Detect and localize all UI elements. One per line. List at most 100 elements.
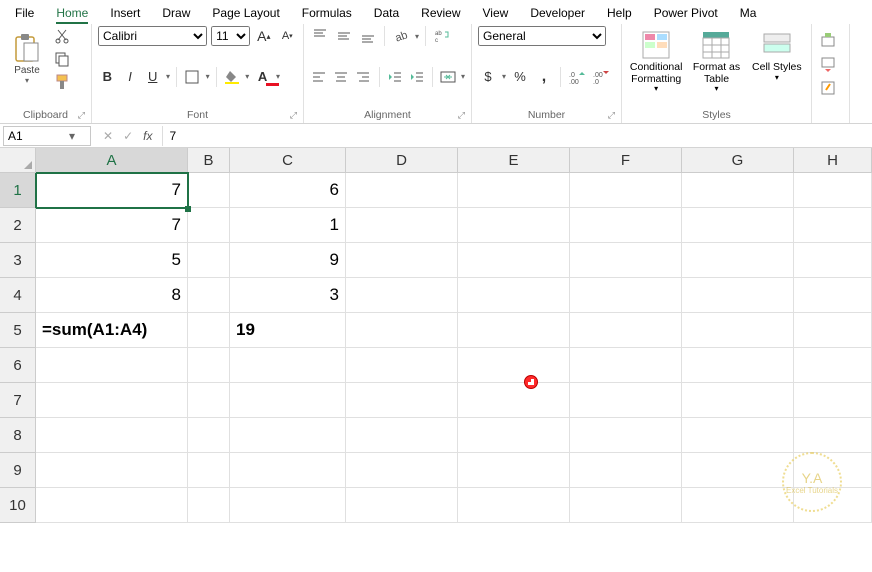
menu-draw[interactable]: Draw bbox=[151, 2, 201, 24]
cell-e2[interactable] bbox=[458, 208, 570, 243]
cell-e9[interactable] bbox=[458, 453, 570, 488]
cell-h6[interactable] bbox=[794, 348, 872, 383]
delete-cells-icon[interactable] bbox=[818, 54, 838, 74]
cell-e8[interactable] bbox=[458, 418, 570, 453]
cell-b6[interactable] bbox=[188, 348, 230, 383]
menu-data[interactable]: Data bbox=[363, 2, 410, 24]
cell-e10[interactable] bbox=[458, 488, 570, 523]
increase-indent-icon[interactable] bbox=[408, 67, 426, 87]
cell-c8[interactable] bbox=[230, 418, 346, 453]
cell-a5[interactable]: =sum(A1:A4) bbox=[36, 313, 188, 348]
cell-a10[interactable] bbox=[36, 488, 188, 523]
decrease-indent-icon[interactable] bbox=[385, 67, 403, 87]
cancel-formula-icon[interactable]: ✕ bbox=[103, 129, 113, 143]
format-as-table-button[interactable]: Format as Table▾ bbox=[688, 26, 744, 94]
row-header-3[interactable]: 3 bbox=[0, 243, 36, 278]
cell-g10[interactable] bbox=[682, 488, 794, 523]
align-right-icon[interactable] bbox=[354, 67, 372, 87]
cell-c2[interactable]: 1 bbox=[230, 208, 346, 243]
font-dialog-icon[interactable]: ⤢ bbox=[290, 110, 297, 121]
cell-f5[interactable] bbox=[570, 313, 682, 348]
cell-b1[interactable] bbox=[188, 173, 230, 208]
align-center-icon[interactable] bbox=[332, 67, 350, 87]
cell-h3[interactable] bbox=[794, 243, 872, 278]
menu-insert[interactable]: Insert bbox=[99, 2, 151, 24]
cell-b5[interactable] bbox=[188, 313, 230, 348]
cell-b3[interactable] bbox=[188, 243, 230, 278]
cell-g7[interactable] bbox=[682, 383, 794, 418]
format-painter-button[interactable] bbox=[52, 72, 72, 92]
cell-h2[interactable] bbox=[794, 208, 872, 243]
cell-f4[interactable] bbox=[570, 278, 682, 313]
cell-h5[interactable] bbox=[794, 313, 872, 348]
orientation-icon[interactable]: ab bbox=[391, 26, 411, 46]
name-box-dropdown-icon[interactable]: ▾ bbox=[64, 129, 80, 143]
comma-button[interactable]: , bbox=[534, 67, 554, 87]
row-header-2[interactable]: 2 bbox=[0, 208, 36, 243]
cell-b8[interactable] bbox=[188, 418, 230, 453]
col-header-g[interactable]: G bbox=[682, 148, 794, 173]
increase-font-icon[interactable]: A▴ bbox=[254, 26, 273, 46]
name-box[interactable]: ▾ bbox=[3, 126, 91, 146]
cell-e3[interactable] bbox=[458, 243, 570, 278]
row-header-4[interactable]: 4 bbox=[0, 278, 36, 313]
underline-button[interactable]: U bbox=[143, 67, 162, 87]
row-header-7[interactable]: 7 bbox=[0, 383, 36, 418]
col-header-f[interactable]: F bbox=[570, 148, 682, 173]
cell-g4[interactable] bbox=[682, 278, 794, 313]
clipboard-dialog-icon[interactable]: ⤢ bbox=[78, 110, 85, 121]
cell-d8[interactable] bbox=[346, 418, 458, 453]
menu-view[interactable]: View bbox=[472, 2, 520, 24]
alignment-dialog-icon[interactable]: ⤢ bbox=[458, 110, 465, 121]
cell-f7[interactable] bbox=[570, 383, 682, 418]
cell-e4[interactable] bbox=[458, 278, 570, 313]
cell-b9[interactable] bbox=[188, 453, 230, 488]
wrap-text-icon[interactable]: abc bbox=[432, 26, 452, 46]
col-header-c[interactable]: C bbox=[230, 148, 346, 173]
menu-more[interactable]: Ma bbox=[729, 2, 768, 24]
align-middle-icon[interactable] bbox=[334, 26, 354, 46]
font-name-select[interactable]: Calibri bbox=[98, 26, 207, 46]
align-top-icon[interactable] bbox=[310, 26, 330, 46]
format-cells-icon[interactable] bbox=[818, 78, 838, 98]
cell-e5[interactable] bbox=[458, 313, 570, 348]
increase-decimal-icon[interactable]: .0.00 bbox=[567, 67, 587, 87]
cell-d5[interactable] bbox=[346, 313, 458, 348]
col-header-e[interactable]: E bbox=[458, 148, 570, 173]
border-button[interactable] bbox=[183, 67, 202, 87]
cell-f6[interactable] bbox=[570, 348, 682, 383]
cell-a6[interactable] bbox=[36, 348, 188, 383]
cell-c5[interactable]: 19 bbox=[230, 313, 346, 348]
cell-h1[interactable] bbox=[794, 173, 872, 208]
cell-c1[interactable]: 6 bbox=[230, 173, 346, 208]
align-bottom-icon[interactable] bbox=[358, 26, 378, 46]
cell-d7[interactable] bbox=[346, 383, 458, 418]
cell-c3[interactable]: 9 bbox=[230, 243, 346, 278]
col-header-b[interactable]: B bbox=[188, 148, 230, 173]
cell-b10[interactable] bbox=[188, 488, 230, 523]
number-format-select[interactable]: General bbox=[478, 26, 606, 46]
fill-color-button[interactable] bbox=[223, 67, 242, 87]
select-all-corner[interactable] bbox=[0, 148, 36, 173]
menu-developer[interactable]: Developer bbox=[519, 2, 596, 24]
menu-home[interactable]: Home bbox=[45, 2, 99, 24]
cell-e6[interactable] bbox=[458, 348, 570, 383]
cell-styles-button[interactable]: Cell Styles▾ bbox=[749, 26, 805, 82]
col-header-a[interactable]: A bbox=[36, 148, 188, 173]
cell-f2[interactable] bbox=[570, 208, 682, 243]
paste-button[interactable]: Paste ▾ bbox=[6, 26, 48, 92]
insert-cells-icon[interactable] bbox=[818, 30, 838, 50]
formula-value[interactable]: 7 bbox=[163, 129, 872, 143]
cell-d9[interactable] bbox=[346, 453, 458, 488]
decrease-decimal-icon[interactable]: .00.0 bbox=[591, 67, 611, 87]
cell-a7[interactable] bbox=[36, 383, 188, 418]
cell-g5[interactable] bbox=[682, 313, 794, 348]
cell-c6[interactable] bbox=[230, 348, 346, 383]
cell-d1[interactable] bbox=[346, 173, 458, 208]
row-header-6[interactable]: 6 bbox=[0, 348, 36, 383]
cell-h4[interactable] bbox=[794, 278, 872, 313]
menu-help[interactable]: Help bbox=[596, 2, 643, 24]
cell-c7[interactable] bbox=[230, 383, 346, 418]
cell-g8[interactable] bbox=[682, 418, 794, 453]
cell-b2[interactable] bbox=[188, 208, 230, 243]
